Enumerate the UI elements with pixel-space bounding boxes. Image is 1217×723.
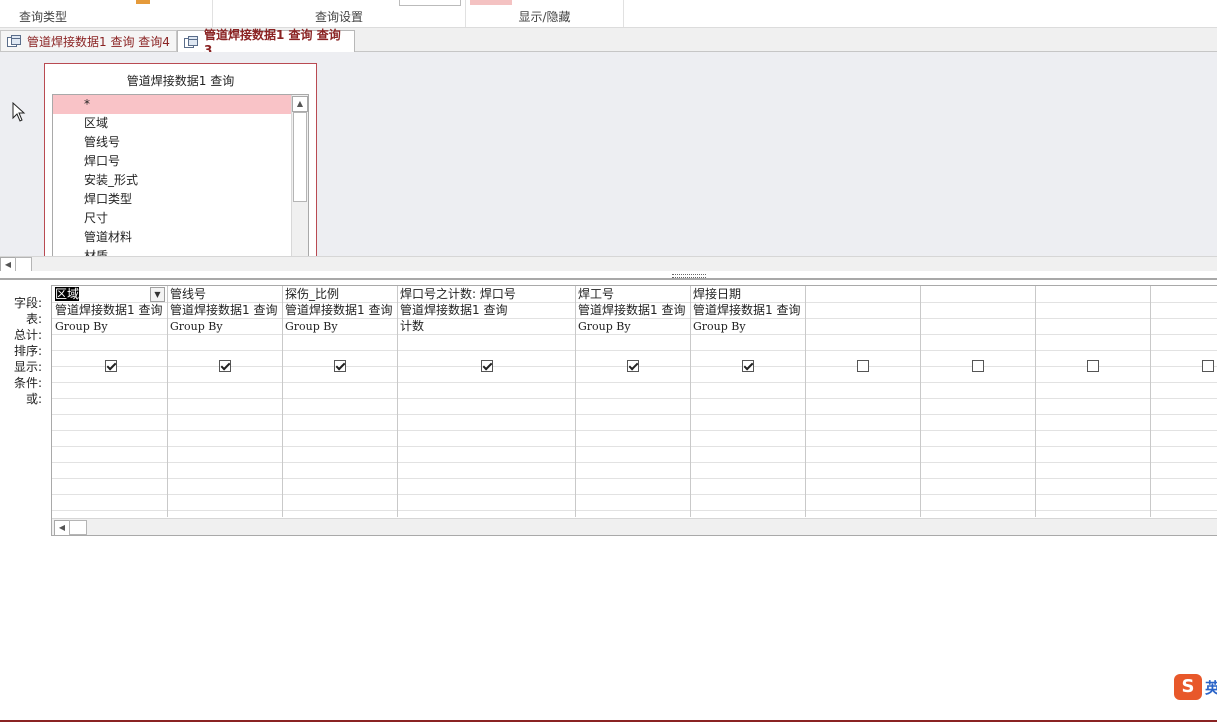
total-cell[interactable]: 计数 [400,319,574,334]
design-pane-hscrollbar[interactable]: ◀ [0,256,1217,273]
row-label-show: 显示: [13,360,42,374]
field-cell[interactable]: 焊接日期 [693,287,804,302]
ribbon-group-show-hide: 显示/隐藏 [466,0,624,27]
table-cell[interactable]: 管道焊接数据1 查询 [693,303,804,318]
show-checkbox[interactable] [481,360,493,372]
field-item[interactable]: 焊口类型 [53,190,308,209]
total-cell[interactable]: Group By [693,319,804,334]
field-item[interactable]: 管道材料 [53,228,308,247]
chevron-down-icon[interactable]: ▼ [150,287,165,302]
table-cell[interactable]: 管道焊接数据1 查询 [170,303,281,318]
show-checkbox[interactable] [1202,360,1214,372]
totals-button[interactable] [470,0,512,5]
query-design-grid: 区域 ▼ 管道焊接数据1 查询 Group By 管线号 管道焊接数据1 查询 … [51,285,1217,536]
row-label-table: 表: [25,312,42,326]
table-field-list-window[interactable]: 管道焊接数据1 查询 * 区域 管线号 焊口号 安装_形式 焊口类型 尺寸 管道… [44,63,317,261]
row-label-total: 总计: [13,328,42,342]
scroll-up-icon[interactable]: ▲ [292,96,308,112]
sogou-logo-icon: S [1174,674,1202,700]
ribbon-group-label: 查询类型 [19,10,68,24]
pane-splitter[interactable] [0,271,1217,280]
show-checkbox[interactable] [972,360,984,372]
ime-mode-label: 英 [1205,679,1217,697]
row-label-criteria: 条件: [13,376,42,390]
ribbon-group-label: 查询设置 [314,10,363,24]
ime-indicator[interactable]: S 英 [1174,674,1217,700]
show-checkbox[interactable] [1087,360,1099,372]
table-cell[interactable]: 管道焊接数据1 查询 [55,303,166,318]
show-checkbox[interactable] [857,360,869,372]
query-table-icon [184,35,198,48]
total-cell[interactable]: Group By [578,319,689,334]
tab-query4[interactable]: 管道焊接数据1 查询 查询4 [0,30,177,51]
table-cell[interactable]: 管道焊接数据1 查询 [285,303,396,318]
scroll-thumb[interactable] [69,520,87,535]
mouse-cursor-icon [12,101,26,125]
query-type-icon[interactable] [136,0,150,4]
ribbon-group-query-type: 查询类型 [0,0,213,27]
show-checkbox[interactable] [627,360,639,372]
row-label-sort: 排序: [13,344,42,358]
field-cell[interactable]: 焊口号之计数: 焊口号 [400,287,574,302]
tab-label: 管道焊接数据1 查询 查询4 [27,34,170,49]
table-cell[interactable]: 管道焊接数据1 查询 [400,303,574,318]
field-item[interactable]: 焊口号 [53,152,308,171]
field-cell[interactable]: 探伤_比例 [285,287,396,302]
scroll-left-icon[interactable]: ◀ [54,520,70,536]
ribbon-group-label: 显示/隐藏 [518,10,571,24]
tab-query3[interactable]: 管道焊接数据1 查询 查询3 [177,28,355,57]
ribbon-group-query-setup: 查询设置 [213,0,466,27]
scroll-thumb[interactable] [293,112,307,202]
field-list: * 区域 管线号 焊口号 安装_形式 焊口类型 尺寸 管道材料 材质 ▲ [52,94,309,261]
total-cell[interactable]: Group By [285,319,396,334]
field-cell[interactable]: 焊工号 [578,287,689,302]
table-cell[interactable]: 管道焊接数据1 查询 [578,303,689,318]
field-cell-selected[interactable]: 区域 [55,287,151,302]
query-table-icon [7,35,21,47]
show-checkbox[interactable] [105,360,117,372]
field-value: 区域 [55,287,80,301]
show-checkbox[interactable] [334,360,346,372]
field-cell[interactable]: 管线号 [170,287,281,302]
total-cell[interactable]: Group By [55,319,166,334]
field-list-scrollbar[interactable]: ▲ [291,95,308,261]
field-item[interactable]: 安装_形式 [53,171,308,190]
ribbon: 查询类型 查询设置 显示/隐藏 [0,0,1217,28]
field-item[interactable]: 尺寸 [53,209,308,228]
field-item[interactable]: 区域 [53,114,308,133]
show-checkbox[interactable] [219,360,231,372]
splitter-grip-icon[interactable] [672,274,706,278]
status-bar-border [0,720,1217,722]
field-item[interactable]: 管线号 [53,133,308,152]
return-input[interactable] [399,0,461,6]
field-item-all[interactable]: * [53,95,308,114]
row-label-or: 或: [25,392,42,406]
show-checkbox[interactable] [742,360,754,372]
grid-hscrollbar[interactable]: ◀ [52,518,1217,536]
table-title: 管道焊接数据1 查询 [126,74,235,88]
document-tab-bar: 管道焊接数据1 查询 查询4 管道焊接数据1 查询 查询3 [0,28,1217,57]
row-label-field: 字段: [13,296,42,310]
total-cell[interactable]: Group By [170,319,281,334]
